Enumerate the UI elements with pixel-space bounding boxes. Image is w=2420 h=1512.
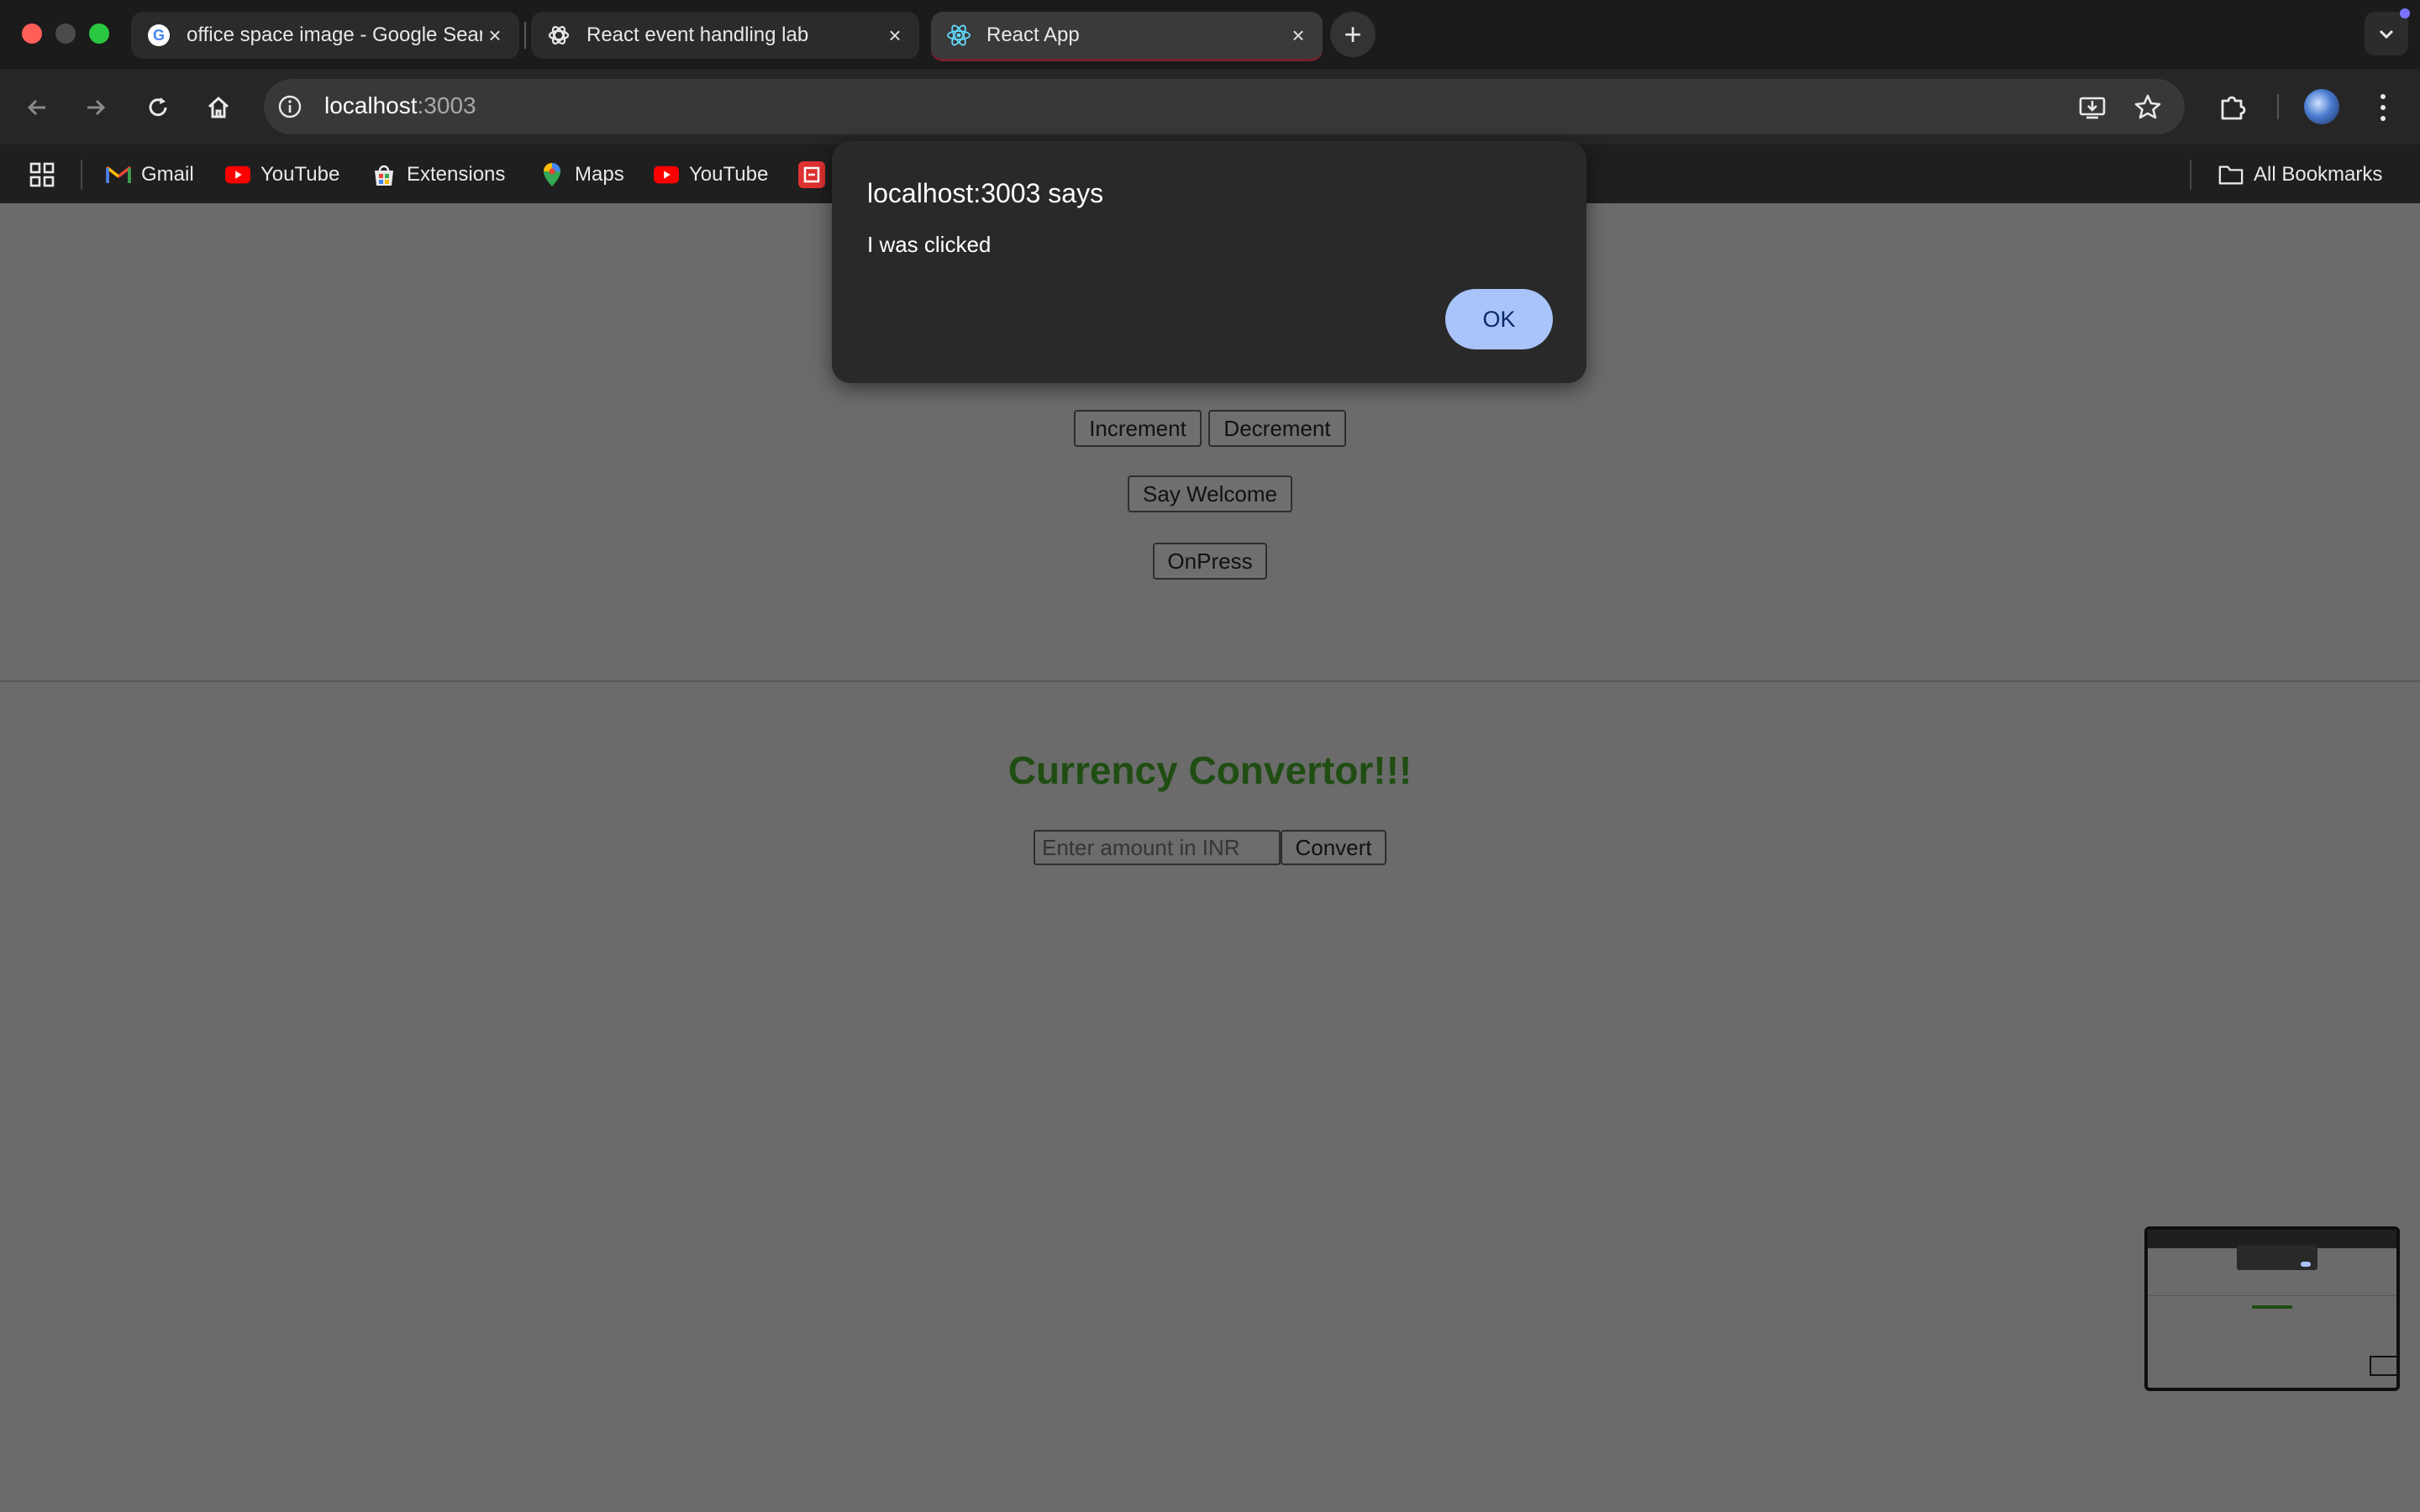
section-divider [0,680,2420,682]
reload-button[interactable] [139,89,176,126]
plus-icon: + [1344,17,1362,51]
all-bookmarks-label: All Bookmarks [2254,163,2383,186]
home-button[interactable] [200,89,237,126]
bookmark-youtube-2[interactable]: YouTube [654,160,768,190]
home-icon [208,96,229,118]
extensions-icon[interactable] [2217,91,2249,123]
bookmark-label: YouTube [689,163,769,186]
site-info-icon[interactable] [276,92,304,121]
url-port: :3003 [417,92,476,118]
bookmark-star-icon[interactable] [2133,92,2163,123]
close-window-button[interactable] [22,24,42,44]
toolbar-divider [2277,94,2279,119]
thumbnail-divider [2148,1295,2396,1296]
chrome-web-store-icon [371,162,397,187]
apps-grid-icon[interactable] [29,161,55,188]
address-bar[interactable] [264,79,2185,134]
all-bookmarks-button[interactable]: All Bookmarks [2218,160,2382,190]
ok-button[interactable]: OK [1445,289,1553,349]
svg-text:G: G [153,27,165,44]
gmail-icon [106,162,131,187]
bookmark-label: YouTube [260,163,340,186]
bookmark-extensions[interactable]: Extensions [371,160,505,190]
tab-title: React event handling lab [587,24,809,46]
maps-icon [539,162,565,187]
youtube-icon [654,162,679,187]
bookmark-label: Maps [575,163,624,186]
bookmarks-divider [81,160,82,190]
openai-icon [546,23,571,48]
maximize-window-button[interactable] [89,24,109,44]
tab-google-search[interactable]: G office space image - Google Search × [131,12,519,59]
close-icon[interactable]: × [882,23,908,48]
onpress-button[interactable]: OnPress [1153,543,1267,580]
bookmark-gmail[interactable]: Gmail [106,160,194,190]
screenshot-thumbnail[interactable] [2144,1226,2400,1391]
notification-dot [2400,8,2410,18]
dialog-message: I was clicked [867,232,992,257]
bookmark-maps[interactable]: Maps [539,160,624,190]
thumbnail-mini [2370,1356,2396,1376]
more-menu-icon[interactable] [2373,91,2393,124]
folder-icon [2218,162,2244,187]
bookmark-app-icon[interactable] [798,161,825,188]
tab-title: office space image - Google Search [187,24,482,46]
close-icon[interactable]: × [1286,23,1311,48]
forward-button[interactable] [77,89,114,126]
arrow-left-icon [27,99,45,116]
profile-avatar[interactable] [2304,89,2339,124]
url-text[interactable]: localhost:3003 [324,92,476,119]
tab-title: React App [986,24,1080,46]
bookmark-youtube[interactable]: YouTube [225,160,339,190]
convert-button[interactable]: Convert [1281,830,1386,865]
chevron-down-icon [2379,29,2394,39]
bookmarks-divider [2190,160,2191,190]
back-button[interactable] [18,89,55,126]
new-tab-button[interactable]: + [1330,12,1376,57]
tab-search-button[interactable] [2365,12,2408,55]
amount-input[interactable] [1034,830,1281,865]
currency-heading: Currency Convertor!!! [1007,748,1413,792]
increment-button[interactable]: Increment [1074,410,1202,447]
install-app-icon[interactable] [2077,92,2107,123]
arrow-right-icon [87,99,106,116]
bookmark-label: Extensions [407,163,506,186]
tab-react-event-handling-lab[interactable]: React event handling lab × [531,12,919,59]
decrement-button[interactable]: Decrement [1208,410,1346,447]
react-icon [946,23,971,48]
google-icon: G [146,23,171,48]
minimize-window-button[interactable] [55,24,76,44]
bookmark-label: Gmail [141,163,194,186]
url-host: localhost [324,92,418,118]
tab-divider [524,22,526,49]
youtube-icon [225,162,250,187]
close-icon[interactable]: × [482,23,508,48]
say-welcome-button[interactable]: Say Welcome [1128,475,1292,512]
reload-icon [149,97,167,117]
thumbnail-ok [2301,1262,2311,1267]
dialog-title: localhost:3003 says [867,178,1104,208]
tab-react-app[interactable]: React App × [931,12,1323,61]
thumbnail-heading [2252,1305,2292,1309]
